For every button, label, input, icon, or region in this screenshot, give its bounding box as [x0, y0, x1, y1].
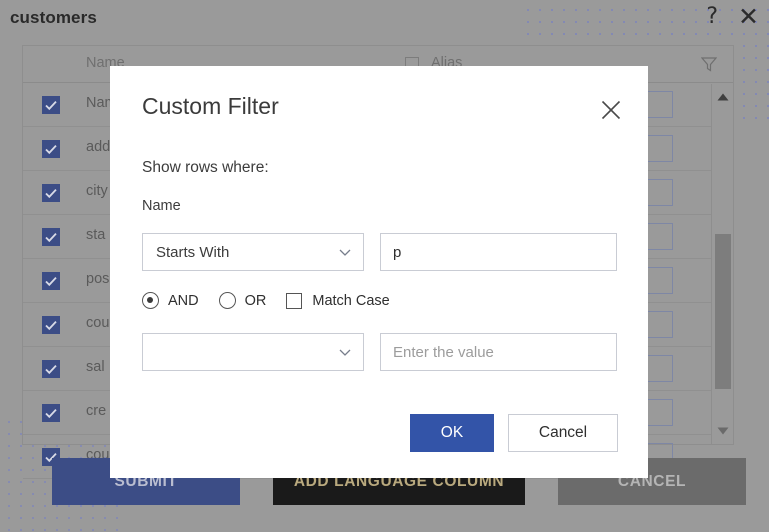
radio-or-label: OR [244, 292, 267, 309]
vertical-scrollbar[interactable] [711, 84, 733, 444]
row-label: add [86, 139, 111, 155]
radio-and-label: AND [168, 292, 199, 309]
dialog-title: Custom Filter [142, 93, 279, 119]
filter-value-input-1[interactable] [381, 234, 616, 270]
chevron-down-icon [339, 349, 351, 356]
dialog-cancel-button[interactable]: Cancel [508, 414, 618, 452]
row-label: sal [86, 359, 105, 375]
dialog-button-bar: OK Cancel [410, 414, 618, 452]
app-root: customers ? ✕ Name Alias Name add city s… [0, 0, 769, 532]
page-title: customers [10, 8, 97, 27]
row-label: cou [86, 315, 110, 331]
row-checkbox-checked[interactable] [42, 404, 60, 422]
scrollbar-thumb[interactable] [715, 234, 731, 389]
ok-button[interactable]: OK [410, 414, 494, 452]
chevron-down-icon [339, 249, 351, 256]
radio-and[interactable] [142, 292, 159, 309]
row-checkbox-checked[interactable] [42, 140, 60, 158]
row-checkbox-checked[interactable] [42, 228, 60, 246]
match-case-checkbox[interactable] [286, 292, 303, 309]
filter-value-input-1-wrap[interactable] [380, 233, 617, 271]
filter-field-label: Name [142, 198, 181, 214]
row-label: cre [86, 403, 107, 419]
row-checkbox-checked[interactable] [42, 360, 60, 378]
operator-select-1-value: Starts With [156, 243, 230, 261]
match-case-label: Match Case [312, 292, 390, 309]
filter-value-input-2-wrap[interactable] [380, 333, 617, 371]
logic-operator-row: AND OR Match Case [142, 292, 390, 309]
row-label: sta [86, 227, 106, 243]
help-icon[interactable]: ? [706, 5, 718, 28]
row-checkbox-checked[interactable] [42, 184, 60, 202]
row-checkbox-checked[interactable] [42, 272, 60, 290]
scroll-up-arrow-icon[interactable] [712, 88, 733, 106]
funnel-filter-icon[interactable] [701, 56, 717, 72]
scroll-down-arrow-icon[interactable] [712, 422, 733, 440]
row-checkbox-checked[interactable] [42, 316, 60, 334]
window-close-icon[interactable]: ✕ [738, 4, 759, 29]
dialog-close-icon[interactable] [597, 96, 625, 124]
window-controls: ? ✕ [706, 4, 759, 29]
filter-value-input-2[interactable] [381, 334, 616, 370]
row-label: city [86, 183, 108, 199]
row-label: pos [86, 271, 110, 287]
dialog-subtitle: Show rows where: [142, 159, 269, 176]
operator-select-2[interactable] [142, 333, 364, 371]
row-checkbox-checked[interactable] [42, 96, 60, 114]
custom-filter-dialog: Custom Filter Show rows where: Name Star… [110, 66, 648, 478]
radio-or[interactable] [218, 292, 236, 309]
operator-select-1[interactable]: Starts With [142, 233, 364, 271]
